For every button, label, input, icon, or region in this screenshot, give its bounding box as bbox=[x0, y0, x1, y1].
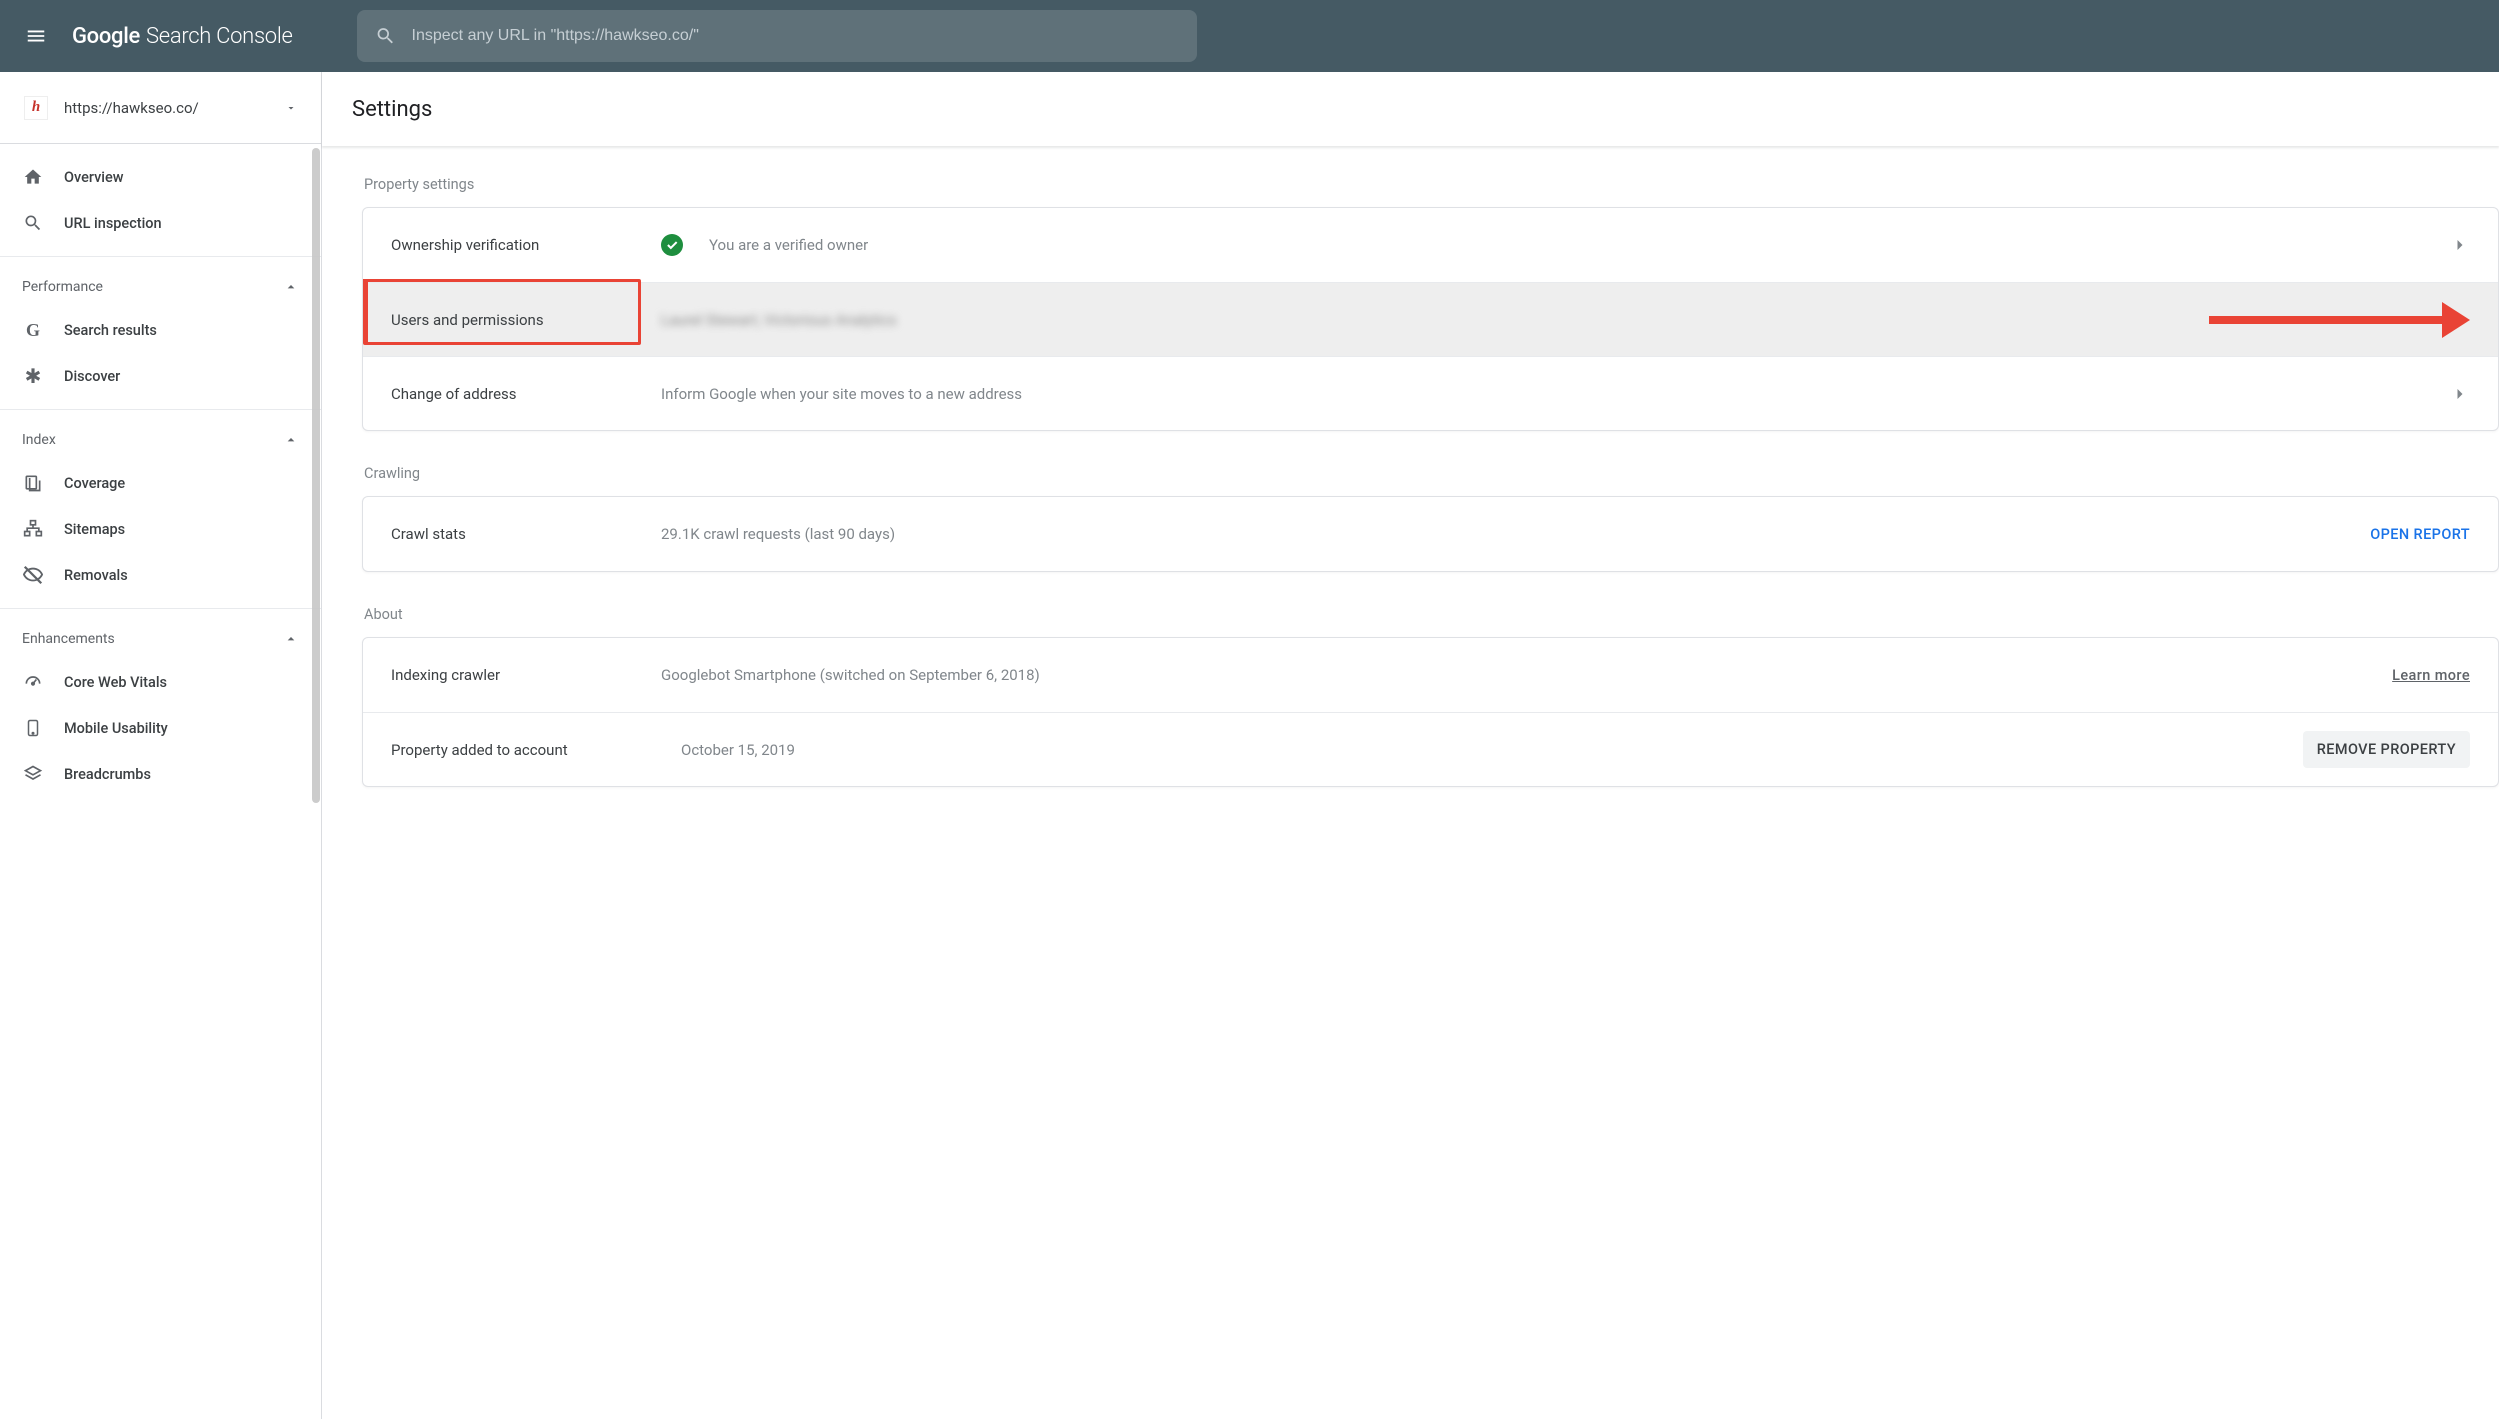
chevron-up-icon bbox=[283, 432, 299, 448]
removals-icon bbox=[22, 564, 44, 586]
layers-icon bbox=[22, 763, 44, 785]
sidebar-item-label: Coverage bbox=[64, 475, 125, 492]
remove-property-button[interactable]: REMOVE PROPERTY bbox=[2303, 731, 2470, 768]
row-label: Ownership verification bbox=[391, 236, 661, 254]
sidebar-item-core-web-vitals[interactable]: Core Web Vitals bbox=[0, 659, 321, 705]
open-report-button[interactable]: OPEN REPORT bbox=[2370, 526, 2470, 543]
chevron-right-icon bbox=[2450, 384, 2470, 404]
mobile-icon bbox=[22, 717, 44, 739]
sidebar-item-label: Mobile Usability bbox=[64, 720, 168, 737]
sidebar-scrollbar[interactable] bbox=[312, 148, 320, 803]
card-crawling: Crawl stats 29.1K crawl requests (last 9… bbox=[362, 496, 2499, 572]
property-url: https://hawkseo.co/ bbox=[64, 99, 199, 117]
row-value: Laurel Stewart, Victorious Analytics bbox=[661, 311, 2450, 329]
chevron-right-icon bbox=[2450, 235, 2470, 255]
chevron-up-icon bbox=[283, 631, 299, 647]
hamburger-menu-button[interactable] bbox=[16, 16, 56, 56]
row-crawl-stats[interactable]: Crawl stats 29.1K crawl requests (last 9… bbox=[363, 497, 2498, 571]
google-g-icon: G bbox=[22, 319, 44, 341]
logo-google: Google bbox=[72, 24, 140, 49]
page-title-bar: Settings bbox=[322, 72, 2499, 146]
search-icon bbox=[22, 212, 44, 234]
section-label-about: About bbox=[362, 606, 2499, 623]
learn-more-link[interactable]: Learn more bbox=[2392, 667, 2470, 684]
search-icon bbox=[375, 25, 396, 47]
sidebar-item-label: Discover bbox=[64, 368, 120, 385]
row-label: Crawl stats bbox=[391, 525, 661, 543]
row-value: 29.1K crawl requests (last 90 days) bbox=[661, 525, 2370, 543]
row-value: October 15, 2019 bbox=[681, 741, 2303, 759]
row-value: Googlebot Smartphone (switched on Septem… bbox=[661, 666, 2392, 684]
property-selector[interactable]: h https://hawkseo.co/ bbox=[0, 72, 321, 144]
row-ownership-verification[interactable]: Ownership verification You are a verifie… bbox=[363, 208, 2498, 282]
sitemaps-icon bbox=[22, 518, 44, 540]
speed-icon bbox=[22, 671, 44, 693]
row-users-and-permissions[interactable]: Users and permissions Laurel Stewart, Vi… bbox=[363, 282, 2498, 356]
sidebar-item-label: Core Web Vitals bbox=[64, 674, 167, 691]
row-value: You are a verified owner bbox=[709, 236, 2450, 254]
sidebar-item-label: Breadcrumbs bbox=[64, 766, 151, 783]
hamburger-icon bbox=[25, 25, 47, 47]
sidebar-item-label: Overview bbox=[64, 169, 124, 186]
sidebar-item-label: Search results bbox=[64, 322, 157, 339]
property-favicon: h bbox=[24, 96, 48, 120]
url-inspect-input[interactable] bbox=[412, 27, 1179, 45]
card-about: Indexing crawler Googlebot Smartphone (s… bbox=[362, 637, 2499, 787]
section-label-property-settings: Property settings bbox=[362, 176, 2499, 193]
sidebar-section-performance[interactable]: Performance bbox=[0, 267, 321, 307]
chevron-down-icon bbox=[285, 102, 297, 114]
sidebar-item-search-results[interactable]: G Search results bbox=[0, 307, 321, 353]
chevron-up-icon bbox=[283, 279, 299, 295]
row-property-added: Property added to account October 15, 20… bbox=[363, 712, 2498, 786]
check-circle-icon bbox=[661, 234, 683, 256]
sidebar: h https://hawkseo.co/ Overview URL inspe… bbox=[0, 72, 322, 1419]
discover-icon: ✱ bbox=[22, 365, 44, 387]
sidebar-item-coverage[interactable]: Coverage bbox=[0, 460, 321, 506]
sidebar-item-url-inspection[interactable]: URL inspection bbox=[0, 200, 321, 246]
logo-app-name: Search Console bbox=[146, 24, 293, 49]
sidebar-section-label: Enhancements bbox=[22, 631, 115, 647]
sidebar-item-overview[interactable]: Overview bbox=[0, 154, 321, 200]
sidebar-item-removals[interactable]: Removals bbox=[0, 552, 321, 598]
chevron-right-icon bbox=[2450, 310, 2470, 330]
sidebar-item-discover[interactable]: ✱ Discover bbox=[0, 353, 321, 399]
row-indexing-crawler: Indexing crawler Googlebot Smartphone (s… bbox=[363, 638, 2498, 712]
home-icon bbox=[22, 166, 44, 188]
main-content: Settings Property settings Ownership ver… bbox=[322, 72, 2499, 1419]
app-logo: Google Search Console bbox=[72, 24, 293, 49]
sidebar-item-mobile-usability[interactable]: Mobile Usability bbox=[0, 705, 321, 751]
section-label-crawling: Crawling bbox=[362, 465, 2499, 482]
coverage-icon bbox=[22, 472, 44, 494]
sidebar-section-label: Performance bbox=[22, 279, 103, 295]
sidebar-item-sitemaps[interactable]: Sitemaps bbox=[0, 506, 321, 552]
page-title: Settings bbox=[352, 97, 432, 122]
sidebar-item-breadcrumbs[interactable]: Breadcrumbs bbox=[0, 751, 321, 797]
sidebar-item-label: Removals bbox=[64, 567, 128, 584]
row-label: Change of address bbox=[391, 385, 661, 403]
row-label: Indexing crawler bbox=[391, 666, 661, 684]
sidebar-section-enhancements[interactable]: Enhancements bbox=[0, 619, 321, 659]
sidebar-item-label: Sitemaps bbox=[64, 521, 125, 538]
sidebar-section-index[interactable]: Index bbox=[0, 420, 321, 460]
row-label: Users and permissions bbox=[391, 311, 661, 329]
sidebar-item-label: URL inspection bbox=[64, 215, 162, 232]
sidebar-section-label: Index bbox=[22, 432, 56, 448]
row-value: Inform Google when your site moves to a … bbox=[661, 385, 2450, 403]
card-property-settings: Ownership verification You are a verifie… bbox=[362, 207, 2499, 431]
row-label: Property added to account bbox=[391, 741, 681, 759]
url-inspect-search[interactable] bbox=[357, 10, 1197, 62]
row-change-of-address[interactable]: Change of address Inform Google when you… bbox=[363, 356, 2498, 430]
